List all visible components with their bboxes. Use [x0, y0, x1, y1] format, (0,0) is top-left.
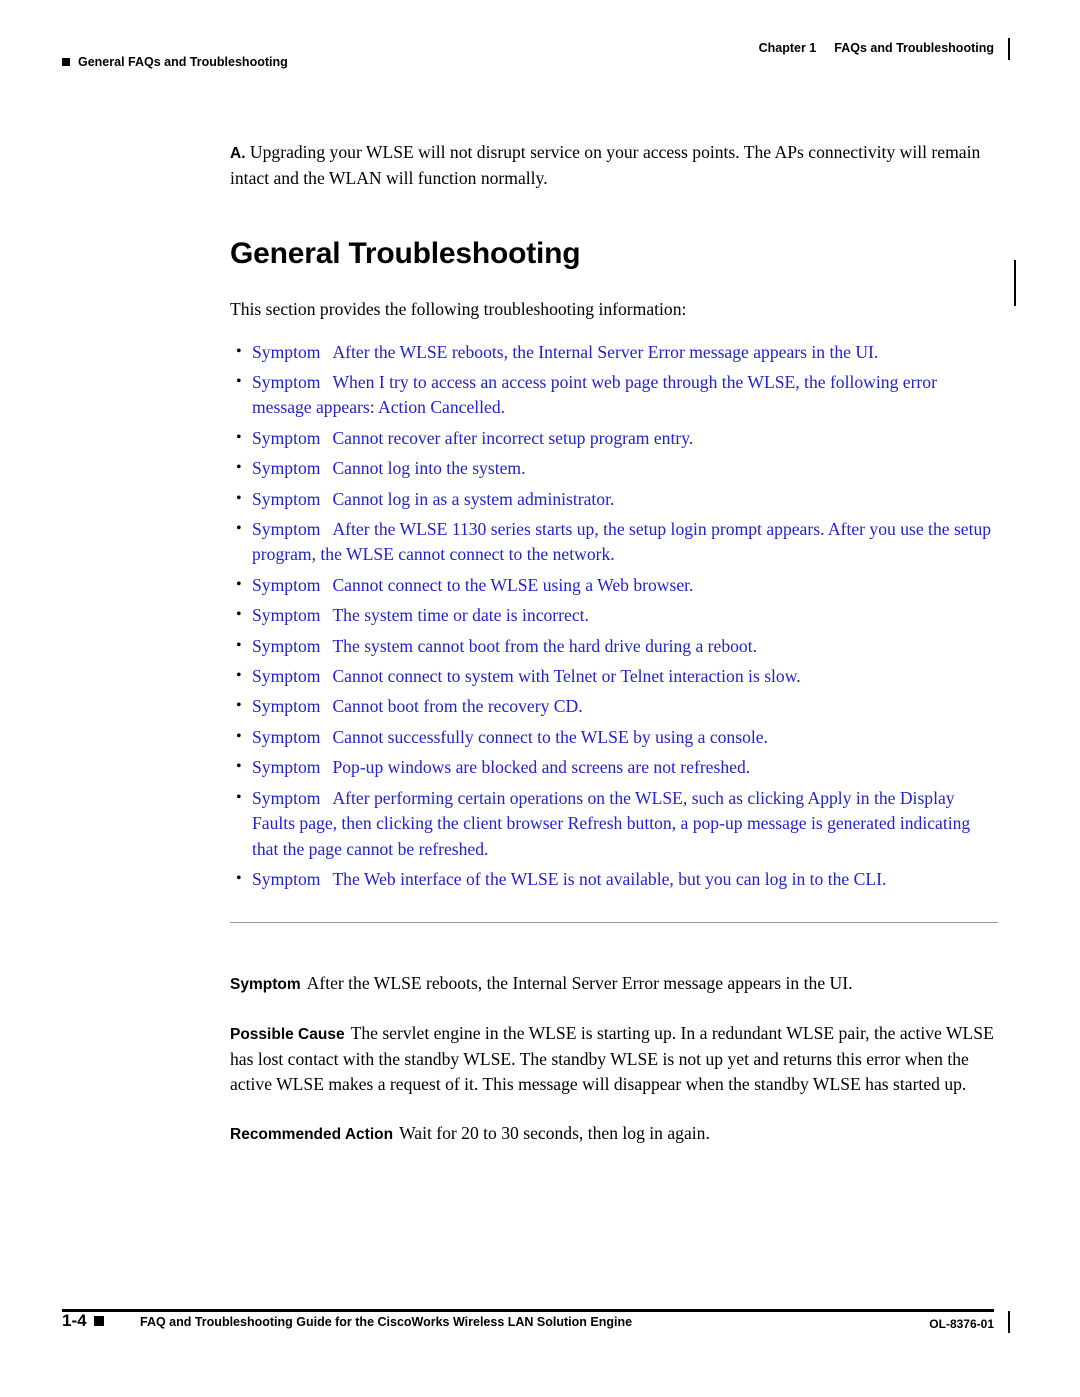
footer-rule — [62, 1309, 994, 1312]
recommended-action-label: Recommended Action — [230, 1126, 394, 1144]
symptom-detail-section: Symptom After the WLSE reboots, the Inter… — [230, 971, 998, 1147]
symptom-link-text[interactable]: The system time or date is incorrect. — [332, 605, 589, 625]
possible-cause-paragraph: Possible Cause The servlet engine in the … — [230, 1021, 998, 1097]
header-chapter-title: FAQs and Troubleshooting — [834, 41, 994, 55]
symptom-keyword: Symptom — [252, 488, 321, 509]
symptom-keyword: Symptom — [252, 341, 321, 362]
symptom-link-text[interactable]: After the WLSE 1130 series starts up, th… — [252, 519, 991, 564]
symptom-link-text[interactable]: The Web interface of the WLSE is not ava… — [332, 869, 886, 889]
section-divider — [230, 922, 998, 924]
header-chapter-label: Chapter 1 — [758, 41, 817, 55]
recommended-action-text: Wait for 20 to 30 seconds, then log in a… — [399, 1123, 710, 1144]
symptom-link-text[interactable]: Cannot recover after incorrect setup pro… — [332, 428, 693, 448]
recommended-action-paragraph: Recommended Action Wait for 20 to 30 seco… — [230, 1121, 998, 1147]
page-title: General Troubleshooting — [230, 237, 581, 270]
symptom-link-text[interactable]: The system cannot boot from the hard dri… — [332, 636, 757, 656]
symptom-keyword: Symptom — [252, 696, 321, 717]
symptom-link-text[interactable]: Cannot log in as a system administrator. — [332, 489, 614, 509]
footer-document-title: FAQ and Troubleshooting Guide for the Ci… — [140, 1315, 633, 1329]
change-bar — [1013, 260, 1016, 306]
footer-doc-id: OL-8376-01 — [929, 1317, 994, 1331]
list-item[interactable]: SymptomAfter performing certain operatio… — [230, 785, 998, 862]
page-content: A. Upgrading your WLSE will not disrupt … — [0, 120, 1080, 1165]
symptom-keyword: Symptom — [252, 635, 321, 656]
header-right-group: Chapter 1 FAQs and Troubleshooting — [759, 41, 994, 55]
page-number: 1-4 — [62, 1311, 87, 1330]
symptom-detail-paragraph: Symptom After the WLSE reboots, the Inter… — [230, 971, 998, 997]
symptom-detail-text: After the WLSE reboots, the Internal Ser… — [306, 973, 853, 994]
list-item[interactable]: Symptom Cannot successfully connect to th… — [230, 724, 998, 750]
symptom-keyword: Symptom — [252, 519, 321, 540]
symptom-link-text[interactable]: Cannot successfully connect to the WLSE … — [332, 727, 768, 747]
list-item[interactable]: Symptom Cannot recover after incorrect se… — [230, 425, 998, 451]
answer-paragraph: A. Upgrading your WLSE will not disrupt … — [230, 140, 998, 191]
header-left-text: General FAQs and Troubleshooting — [78, 55, 288, 69]
symptom-link-text[interactable]: Cannot boot from the recovery CD. — [332, 696, 582, 716]
list-item[interactable]: SymptomWhen I try to access an access po… — [230, 369, 998, 421]
list-item[interactable]: Symptom Cannot log into the system. — [230, 455, 998, 481]
symptom-keyword: Symptom — [252, 372, 321, 392]
intro-paragraph: This section provides the following trou… — [230, 299, 687, 319]
list-item[interactable]: Symptom Cannot connect to the WLSE using … — [230, 572, 998, 598]
list-item[interactable]: Symptom Cannot log in as a system adminis… — [230, 486, 998, 512]
list-item[interactable]: Symptom Cannot boot from the recovery CD. — [230, 693, 998, 719]
footer-bullet-icon — [93, 1316, 104, 1326]
intro-section: This section provides the following trou… — [230, 297, 998, 892]
list-item[interactable]: Symptom The system time or date is incorr… — [230, 602, 998, 628]
symptom-link-text[interactable]: Cannot connect to the WLSE using a Web b… — [332, 575, 693, 595]
symptom-keyword: Symptom — [252, 458, 321, 479]
page-header: General FAQs and Troubleshooting Chapter… — [0, 36, 1080, 76]
symptom-keyword: Symptom — [252, 605, 321, 626]
list-item[interactable]: Symptom The Web interface of the WLSE is … — [230, 866, 998, 892]
symptom-link-text[interactable]: Pop-up windows are blocked and screens a… — [332, 757, 750, 777]
header-left-group: General FAQs and Troubleshooting — [62, 55, 288, 69]
symptom-keyword: Symptom — [252, 757, 321, 778]
symptom-keyword: Symptom — [252, 787, 321, 808]
symptom-link-text[interactable]: Cannot log into the system. — [332, 458, 525, 478]
symptom-keyword: Symptom — [252, 574, 321, 595]
symptom-link-text[interactable]: Cannot connect to system with Telnet or … — [332, 666, 800, 686]
list-item[interactable]: Symptom After the WLSE reboots, the Inter… — [230, 339, 998, 365]
page-footer: 1-4 FAQ and Troubleshooting Guide for th… — [0, 1309, 1080, 1359]
symptom-label: Symptom — [230, 976, 301, 994]
list-item[interactable]: Symptom Cannot connect to system with Tel… — [230, 663, 998, 689]
answer-text: Upgrading your WLSE will not disrupt ser… — [230, 142, 981, 188]
symptom-keyword: Symptom — [252, 427, 321, 448]
symptom-keyword: Symptom — [252, 726, 321, 747]
answer-section: A. Upgrading your WLSE will not disrupt … — [230, 140, 998, 191]
symptom-keyword: Symptom — [252, 868, 321, 889]
symptom-link-text[interactable]: After performing certain operations on t… — [252, 788, 970, 859]
list-item[interactable]: SymptomAfter the WLSE 1130 series starts… — [230, 516, 998, 568]
symptom-keyword: Symptom — [252, 666, 321, 687]
footer-page-group: 1-4 — [62, 1311, 104, 1331]
answer-label: A. — [230, 145, 246, 162]
symptom-link-text[interactable]: After the WLSE reboots, the Internal Ser… — [332, 342, 878, 362]
symptom-link-text[interactable]: When I try to access an access point web… — [252, 372, 937, 417]
symptom-link-list: Symptom After the WLSE reboots, the Inter… — [230, 339, 998, 893]
footer-right-rule — [1008, 1311, 1010, 1333]
list-item[interactable]: Symptom The system cannot boot from the h… — [230, 633, 998, 659]
header-right-rule — [1008, 38, 1010, 60]
possible-cause-label: Possible Cause — [230, 1026, 345, 1044]
list-item[interactable]: Symptom Pop-up windows are blocked and sc… — [230, 754, 998, 780]
header-bullet-icon — [62, 58, 70, 66]
